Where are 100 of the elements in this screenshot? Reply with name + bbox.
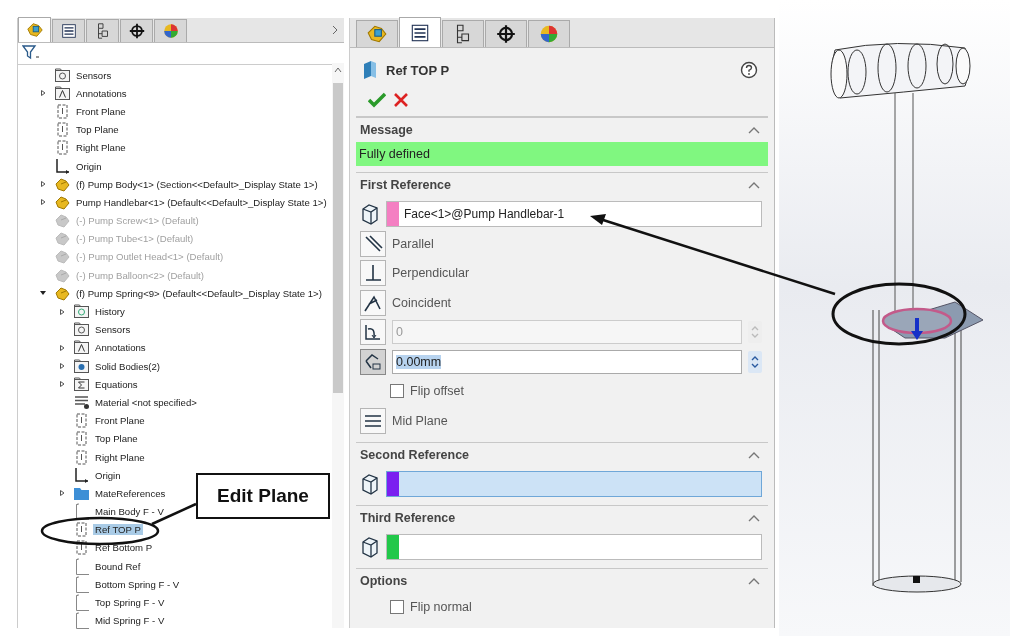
- plane-icon: [54, 139, 71, 157]
- scroll-up-icon[interactable]: [334, 67, 342, 73]
- expand-arrow-icon[interactable]: [41, 181, 46, 188]
- tree-item[interactable]: Front Plane: [74, 105, 128, 117]
- tree-item[interactable]: Top Spring F - V: [93, 597, 167, 609]
- face-selection-icon: [360, 203, 380, 225]
- sensor-folder-icon: [73, 321, 90, 339]
- expand-arrow-icon[interactable]: [41, 90, 46, 97]
- help-icon[interactable]: [740, 61, 758, 79]
- collapse-chevron-icon[interactable]: [748, 576, 760, 585]
- filter-icon[interactable]: [22, 45, 40, 61]
- tree-item[interactable]: MateReferences: [93, 487, 168, 499]
- plane-icon: [73, 521, 90, 539]
- tree-item[interactable]: Mid Spring F - V: [93, 615, 167, 627]
- tree-item[interactable]: Annotations: [74, 87, 129, 99]
- part-icon: [54, 248, 71, 266]
- tree-item[interactable]: Main Body F - V: [93, 506, 166, 518]
- equations-folder-icon: [73, 375, 90, 393]
- ok-checkmark-icon[interactable]: [368, 92, 386, 108]
- history-folder-icon: [73, 303, 90, 321]
- collapse-arrow-icon[interactable]: [40, 291, 46, 296]
- part-tree-tab[interactable]: [356, 20, 398, 47]
- annotation-folder-icon: [73, 339, 90, 357]
- tree-item[interactable]: Top Plane: [74, 124, 121, 136]
- sketch-icon: [73, 557, 90, 575]
- tree-item[interactable]: Sensors: [93, 324, 133, 336]
- cancel-x-icon[interactable]: [394, 93, 408, 107]
- bodies-folder-icon: [73, 357, 90, 375]
- sketch-icon: [73, 503, 90, 521]
- plane-icon: [362, 60, 378, 80]
- chevron-right-icon[interactable]: [332, 25, 338, 35]
- tree-item[interactable]: Right Plane: [93, 451, 147, 463]
- part-tab-icon: [25, 21, 44, 39]
- collapse-chevron-icon[interactable]: [748, 126, 760, 134]
- tree-item[interactable]: Equations: [93, 378, 140, 390]
- perpendicular-button[interactable]: [360, 260, 386, 287]
- collapse-chevron-icon[interactable]: [748, 450, 760, 459]
- plane-icon: [73, 430, 90, 448]
- appearance-tab-icon: [161, 22, 180, 40]
- sketch-icon: [73, 594, 90, 612]
- expand-arrow-icon[interactable]: [60, 308, 65, 315]
- tree-item[interactable]: Pump Handlebar<1> (Default<<Default>_Display State 1>): [74, 196, 329, 208]
- tree-item[interactable]: History: [93, 306, 127, 318]
- tree-item[interactable]: Sensors: [74, 69, 114, 81]
- appearance-tab[interactable]: [154, 19, 187, 42]
- section-header: Second Reference: [360, 447, 470, 462]
- tree-item[interactable]: Origin: [74, 160, 104, 172]
- mid-plane-button[interactable]: [360, 407, 386, 434]
- expand-arrow-icon[interactable]: [60, 490, 65, 497]
- part-tree-tab[interactable]: [18, 17, 51, 42]
- tree-item[interactable]: Material <not specified>: [93, 396, 199, 408]
- tree-item[interactable]: Right Plane: [74, 142, 128, 154]
- tree-item[interactable]: (f) Pump Spring<9> (Default<<Default>_Display State 1>): [74, 287, 324, 299]
- configuration-tab[interactable]: [442, 20, 484, 47]
- origin-axes-icon: [54, 157, 71, 175]
- section-header: First Reference: [360, 178, 451, 192]
- checkbox-label: Flip normal: [410, 600, 472, 615]
- collapse-chevron-icon[interactable]: [748, 181, 760, 189]
- scrollbar[interactable]: [332, 63, 344, 628]
- expand-arrow-icon[interactable]: [60, 381, 65, 388]
- tree-item[interactable]: Bound Ref: [93, 560, 143, 572]
- plane-icon: [54, 102, 71, 120]
- number-input-field[interactable]: 0.00mm: [392, 349, 742, 374]
- plane-icon: [54, 121, 71, 139]
- parallel-button[interactable]: [360, 230, 386, 257]
- expand-arrow-icon[interactable]: [60, 344, 65, 351]
- callout-label: Edit Plane: [196, 473, 330, 519]
- option-label: Mid Plane: [392, 413, 448, 428]
- collapse-chevron-icon[interactable]: [748, 513, 760, 522]
- tree-item[interactable]: Annotations: [93, 342, 148, 354]
- crosshair-tab[interactable]: [485, 20, 527, 47]
- offset-distance-button[interactable]: [360, 348, 386, 375]
- part-icon: [54, 230, 71, 248]
- origin-axes-icon: [73, 466, 90, 484]
- appearance-tab[interactable]: [528, 20, 570, 47]
- checkbox-label: Flip offset: [410, 384, 464, 399]
- reference-selection-field[interactable]: Face<1>@Pump Handlebar-1: [386, 201, 762, 227]
- property-manager-tab[interactable]: [399, 17, 441, 47]
- tree-item[interactable]: Origin: [93, 469, 123, 481]
- expand-arrow-icon[interactable]: [60, 363, 65, 370]
- property-manager-tab[interactable]: [52, 19, 85, 42]
- tree-item[interactable]: Ref TOP P: [93, 524, 143, 536]
- tree-item[interactable]: Front Plane: [93, 415, 147, 427]
- reference-selection-field[interactable]: [386, 533, 762, 560]
- sensor-folder-icon: [54, 66, 71, 84]
- reference-selection-field[interactable]: [386, 470, 762, 497]
- configuration-tab[interactable]: [86, 19, 119, 42]
- tree-item[interactable]: (f) Pump Body<1> (Section<<Default>_Display State 1>): [74, 178, 320, 190]
- properties-tab-icon: [59, 22, 78, 40]
- tree-item[interactable]: Top Plane: [93, 433, 140, 445]
- checkbox[interactable]: [390, 600, 404, 615]
- coincident-button[interactable]: [360, 289, 386, 316]
- part-icon: [54, 212, 71, 230]
- expand-arrow-icon[interactable]: [41, 199, 46, 206]
- option-label: Parallel: [392, 236, 434, 251]
- plane-icon: [73, 412, 90, 430]
- tree-item[interactable]: Solid Bodies(2): [93, 360, 163, 372]
- tree-item[interactable]: Bottom Spring F - V: [93, 578, 182, 590]
- crosshair-tab[interactable]: [120, 19, 153, 42]
- checkbox[interactable]: [390, 384, 404, 399]
